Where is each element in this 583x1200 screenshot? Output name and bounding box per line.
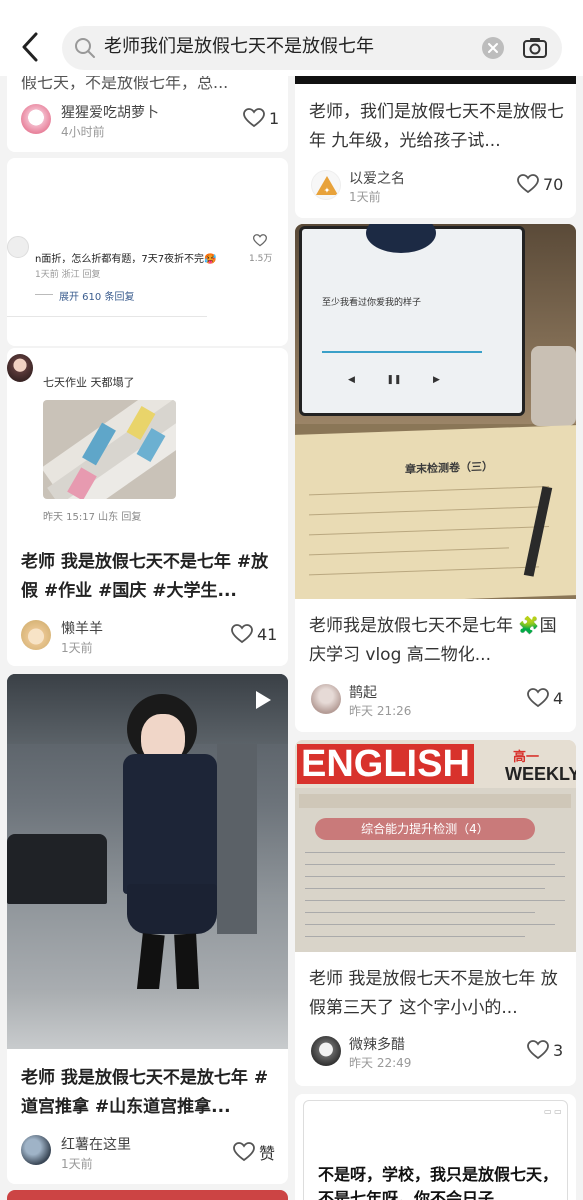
svg-text:✦: ✦ bbox=[324, 186, 331, 195]
chat-image bbox=[43, 400, 176, 499]
author-name[interactable]: 懒羊羊 bbox=[61, 618, 103, 638]
note-text: 不是呀，学校，我只是放假七天，不是七年呀。你不会日子 bbox=[318, 1165, 559, 1200]
note-frame: ▭ ▭ 不是呀，学校，我只是放假七天，不是七年呀。你不会日子 bbox=[303, 1100, 568, 1200]
expand-divider bbox=[35, 294, 53, 295]
author-name[interactable]: 微辣多醋 bbox=[349, 1034, 405, 1054]
chat-avatar bbox=[7, 354, 33, 382]
post-time: 1天前 bbox=[61, 1157, 93, 1171]
post-title: 老师 我是放假七天不是放七年 #道宫推拿 #山东道宫推拿... bbox=[21, 1068, 269, 1117]
left-post-card-4[interactable]: 老师 我是放假七天不是放七年 #道宫推拿 #山东道宫推拿... 红薯在这里 1天… bbox=[7, 674, 288, 1184]
left-post-card-2[interactable]: n面折，怎么折都有题，7天7夜折不完🥵 1.5万 1天前 浙江 回复 展开 61… bbox=[7, 158, 288, 346]
avatar[interactable] bbox=[21, 620, 51, 650]
author-name[interactable]: 猩猩爱吃胡萝卜 bbox=[61, 102, 159, 122]
divider bbox=[7, 316, 207, 317]
author-name[interactable]: 鹊起 bbox=[349, 682, 377, 702]
post-time: 1天前 bbox=[349, 190, 381, 204]
post-title: 老师，我们是放假七天不是放假七年 九年级，光给孩子试... bbox=[309, 102, 564, 151]
grade-label: 高一 bbox=[513, 750, 540, 765]
author-name[interactable]: 以爱之名 bbox=[349, 168, 405, 188]
english-brand: ENGLISH bbox=[297, 744, 474, 784]
like-button[interactable]: 3 bbox=[527, 1040, 563, 1060]
heart-icon bbox=[527, 1040, 549, 1060]
comment-meta: 1天前 浙江 回复 bbox=[35, 270, 101, 280]
like-count: 41 bbox=[257, 624, 278, 644]
exam-paper: 章末检测卷（三） bbox=[295, 425, 576, 599]
exam-title: 章末检测卷（三） bbox=[405, 459, 493, 477]
post-title: 老师 我是放假七天不是七年 #放假 #作业 #国庆 #大学生... bbox=[21, 552, 269, 601]
right-post-card-2[interactable]: 至少我看过你爱我的样子 ◀ ❚❚ ▶ 章末检测卷（三） 老师我是放假七天不是七年… bbox=[295, 224, 576, 732]
post-title: 老师我是放假七天不是七年 🧩国庆学习 vlog 高二物化... bbox=[309, 616, 557, 665]
tablet-screen: 至少我看过你爱我的样子 ◀ ❚❚ ▶ bbox=[299, 224, 525, 416]
like-count: 3 bbox=[553, 1040, 564, 1060]
avatar[interactable] bbox=[21, 1135, 51, 1165]
expand-replies-link[interactable]: 展开 610 条回复 bbox=[59, 288, 134, 303]
heart-icon bbox=[517, 174, 539, 194]
like-count: 4 bbox=[553, 688, 564, 708]
video-play-icon bbox=[256, 691, 271, 709]
like-count: 70 bbox=[543, 174, 564, 194]
back-arrow-icon[interactable] bbox=[18, 30, 44, 64]
post-title: 老师 我是放假七天不是放七年 放假第三天了 这个字小小的... bbox=[309, 969, 558, 1018]
like-button[interactable]: 赞 bbox=[233, 1140, 275, 1164]
search-query-text: 老师我们是放假七天不是放假七年 bbox=[104, 36, 374, 57]
like-button[interactable]: 1 bbox=[243, 108, 279, 128]
like-button[interactable]: 41 bbox=[231, 624, 277, 644]
video-cover-image[interactable] bbox=[7, 674, 288, 1049]
like-button[interactable]: 70 bbox=[517, 174, 563, 194]
post-time: 昨天 22:49 bbox=[349, 1056, 412, 1070]
heart-icon bbox=[243, 108, 265, 128]
left-post-card-3[interactable]: 七天作业 天都塌了 昨天 15:17 山东 回复 老师 我是放假七天不是七年 #… bbox=[7, 348, 288, 666]
post-cover-image[interactable]: ENGLISH 高一 WEEKLY 综合能力提升检测（4） bbox=[295, 740, 576, 952]
heart-icon bbox=[527, 688, 549, 708]
post-cover-image[interactable]: 至少我看过你爱我的样子 ◀ ❚❚ ▶ 章末检测卷（三） bbox=[295, 224, 576, 599]
post-time: 昨天 21:26 bbox=[349, 704, 412, 718]
right-post-card-1[interactable]: 老师，我们是放假七天不是放假七年 九年级，光给孩子试... ✦ 以爱之名 1天前… bbox=[295, 60, 576, 218]
chat-meta: 昨天 15:17 山东 回复 bbox=[43, 512, 142, 523]
comment-like-count: 1.5万 bbox=[249, 254, 273, 264]
weekly-label: WEEKLY bbox=[505, 764, 576, 784]
clear-search-icon[interactable] bbox=[482, 37, 504, 59]
like-button[interactable]: 4 bbox=[527, 688, 563, 708]
next-card-edge bbox=[7, 1190, 288, 1200]
heart-icon bbox=[231, 624, 253, 644]
comment-avatar bbox=[7, 236, 29, 258]
author-name[interactable]: 红薯在这里 bbox=[61, 1134, 131, 1154]
right-post-card-3[interactable]: ENGLISH 高一 WEEKLY 综合能力提升检测（4） 老师 我是放假七天不… bbox=[295, 740, 576, 1086]
post-time: 4小时前 bbox=[61, 125, 105, 139]
like-count: 1 bbox=[269, 108, 280, 128]
lyric-text: 至少我看过你爱我的样子 bbox=[322, 298, 422, 308]
post-time: 1天前 bbox=[61, 641, 93, 655]
image-search-camera-icon[interactable] bbox=[522, 36, 548, 60]
like-count: 赞 bbox=[259, 1144, 276, 1163]
avatar[interactable]: ✦ bbox=[311, 170, 341, 200]
search-icon bbox=[75, 38, 95, 58]
avatar[interactable] bbox=[311, 1036, 341, 1066]
comment-heart-icon bbox=[253, 234, 267, 247]
right-post-card-4[interactable]: ▭ ▭ 不是呀，学校，我只是放假七天，不是七年呀。你不会日子 bbox=[295, 1094, 576, 1200]
top-search-bar: 老师我们是放假七天不是放假七年 bbox=[0, 0, 583, 76]
search-input[interactable]: 老师我们是放假七天不是放假七年 bbox=[62, 26, 562, 70]
avatar[interactable] bbox=[21, 104, 51, 134]
comment-text: n面折，怎么折都有题，7天7夜折不完🥵 bbox=[35, 254, 217, 265]
avatar[interactable] bbox=[311, 684, 341, 714]
test-banner: 综合能力提升检测（4） bbox=[315, 818, 535, 840]
heart-icon bbox=[233, 1142, 255, 1162]
chat-text: 七天作业 天都塌了 bbox=[43, 376, 135, 389]
